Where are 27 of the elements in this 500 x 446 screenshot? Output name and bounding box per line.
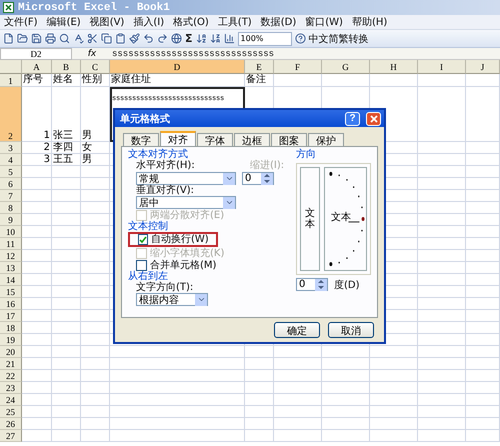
field-label: 水平对齐(H): bbox=[135, 160, 196, 171]
checkbox-label: 合并单元格(M) bbox=[150, 260, 216, 270]
table-cell: 3 bbox=[22, 154, 52, 166]
checkbox-label: 自动换行(W) bbox=[151, 234, 209, 245]
table-cell: 性别 bbox=[81, 74, 110, 87]
group-heading: 文本控制 bbox=[128, 221, 169, 232]
table-cell: 1 bbox=[22, 87, 52, 142]
checkbox-label: 两端分散对齐(E) bbox=[150, 210, 224, 220]
field-label: 文字方向(T): bbox=[135, 282, 194, 293]
table-cell: 王五 bbox=[52, 154, 81, 166]
table-cell: 女 bbox=[81, 142, 110, 154]
table-cell: 2 bbox=[22, 142, 52, 154]
checkbox-label: 缩小字体填充(K) bbox=[150, 248, 224, 258]
field-label: 缩进(I): bbox=[249, 160, 284, 171]
table-cell: 姓名 bbox=[52, 74, 81, 87]
field-label: 垂直对齐(V): bbox=[135, 185, 196, 196]
table-cell: 张三 bbox=[52, 87, 81, 142]
window-title: Microsoft Excel - Book1 bbox=[18, 2, 170, 14]
dialog-title: 单元格格式 bbox=[120, 112, 170, 126]
table-cell: 男 bbox=[81, 87, 110, 142]
dial-text: 文本 bbox=[331, 212, 351, 223]
group-heading: 文本对齐方式 bbox=[128, 149, 189, 160]
group-heading: 方向 bbox=[296, 149, 317, 160]
table-cell: 男 bbox=[81, 154, 110, 166]
group-heading: 从右到左 bbox=[128, 271, 169, 282]
table-cell: 李四 bbox=[52, 142, 81, 154]
degrees-label: 度(D) bbox=[334, 280, 360, 291]
